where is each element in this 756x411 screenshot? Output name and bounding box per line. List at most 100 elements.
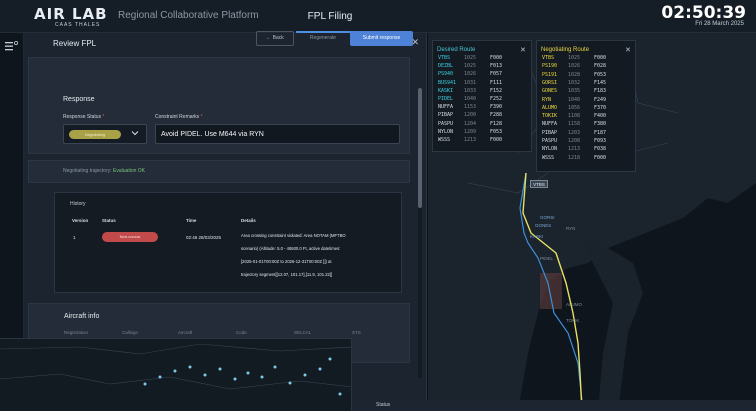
- waypoint-name: KASKI: [438, 87, 454, 94]
- status-label-text: Response Status: [63, 114, 102, 120]
- waypoint-time: 1026: [464, 71, 477, 78]
- waypoint-name: NYLON: [438, 128, 454, 135]
- route-row: DEZBL 1025 F013: [438, 63, 510, 69]
- waypoint-name: RYN: [542, 96, 552, 103]
- history-details-line: [2025-01-01T00:00Z to 2026-12-31T00:00Z …: [241, 259, 332, 264]
- col-code: Code: [236, 330, 247, 335]
- col-callsign: Callsign: [122, 330, 139, 335]
- waypoint-time: 1025: [464, 63, 477, 70]
- waypoint-level: F013: [490, 63, 503, 70]
- history-title: History: [70, 201, 86, 207]
- route-row: NYLON 1209 F053: [438, 129, 510, 135]
- trajectory-ok: Evaluation OK: [113, 168, 145, 174]
- route-row: BUS941 1031 F111: [438, 80, 510, 86]
- waypoint-time: 1153: [464, 104, 477, 111]
- status-label: Response Status *: [63, 114, 104, 120]
- col-version: Version: [72, 218, 89, 223]
- waypoint-name: PASPU: [438, 120, 454, 127]
- status-bar: [352, 400, 756, 411]
- waypoint-level: F000: [594, 154, 607, 161]
- waypoint-label: ALUMO: [566, 302, 583, 307]
- waypoint-level: F152: [490, 87, 503, 94]
- mini-map-overlay[interactable]: [0, 338, 352, 411]
- remarks-label-text: Constraint Remarks: [155, 114, 200, 120]
- col-aircraft: Aircraft: [178, 330, 193, 335]
- status-label: Status: [376, 402, 391, 408]
- waypoint-name: PIBAP: [438, 112, 454, 119]
- waypoint-name: NYLON: [542, 146, 558, 153]
- waypoint-name: WSSS: [542, 154, 555, 161]
- status-badge: Non-concur: [102, 232, 158, 242]
- mini-map-canvas: [0, 339, 351, 411]
- close-icon[interactable]: ✕: [625, 46, 631, 54]
- waypoint-time: 1213: [568, 146, 581, 153]
- waypoint-time: 1204: [464, 120, 477, 127]
- waypoint-level: F249: [594, 96, 607, 103]
- panel-scrollbar-thumb[interactable]: [418, 88, 422, 208]
- close-icon[interactable]: ✕: [520, 46, 526, 54]
- route-row: PS190 1026 F028: [542, 63, 614, 69]
- waypoint-name: PS191: [542, 71, 558, 78]
- waypoint-time: 1025: [464, 55, 477, 61]
- waypoint-time: 1213: [464, 137, 477, 143]
- col-time: Time: [186, 218, 197, 223]
- waypoint-level: F183: [594, 88, 607, 95]
- remarks-label: Constraint Remarks *: [155, 114, 203, 120]
- waypoint-level: F380: [594, 121, 607, 128]
- tab-fpl-filing[interactable]: FPL Filing: [296, 0, 364, 33]
- restricted-area: [540, 273, 562, 309]
- col-status: Status: [102, 218, 116, 223]
- waypoint-name: WSSS: [438, 137, 451, 143]
- waypoint-time: 1040: [464, 96, 477, 102]
- waypoint-name: NUFFA: [542, 121, 558, 128]
- waypoint-label: KASKI: [530, 234, 544, 239]
- waypoint-time: 1026: [568, 63, 581, 70]
- waypoint-time: 1035: [568, 88, 581, 95]
- route-row: NUFFA 1158 F380: [542, 121, 614, 127]
- negotiating-route-title: Negotiating Route: [541, 47, 590, 53]
- waypoint-time: 1200: [464, 112, 477, 119]
- waypoint-label: RYN: [566, 226, 576, 231]
- regenerate-button[interactable]: Regenerate: [300, 31, 346, 46]
- waypoint-name: BUS941: [438, 79, 457, 86]
- waypoint-name: GONES: [542, 88, 558, 95]
- waypoint-level: F390: [490, 104, 503, 111]
- waypoint-level: F145: [594, 79, 607, 86]
- waypoint-label: PIDEL: [540, 256, 554, 261]
- history-details-line: scenario) (Altitude: 5.0 - 46500.0 Ft, a…: [241, 246, 341, 251]
- route-row: NUFFA 1153 F390: [438, 104, 510, 110]
- waypoint-time: 1028: [568, 71, 581, 78]
- waypoint-name: VTBS: [438, 55, 451, 61]
- route-row: ALUMO 1056 F370: [542, 105, 614, 111]
- route-row: PASPU 1204 F128: [438, 121, 510, 127]
- trajectory-prefix: Negotiating trajectory:: [63, 168, 112, 174]
- app-title: Regional Collaborative Platform: [118, 10, 259, 21]
- waypoint-time: 1218: [568, 154, 581, 161]
- response-status-select[interactable]: Negotiating: [63, 124, 147, 144]
- menu-settings-icon[interactable]: [5, 41, 18, 51]
- back-button[interactable]: ← Back: [256, 31, 294, 46]
- waypoint-level: F028: [594, 63, 607, 70]
- waypoint-time: 1209: [464, 128, 477, 135]
- trajectory-status: Negotiating trajectory: Evaluation OK: [63, 168, 145, 174]
- waypoint-name: TOKIK: [542, 113, 558, 120]
- waypoint-time: 1033: [464, 87, 477, 94]
- waypoint-level: F111: [490, 79, 503, 86]
- history-card: [54, 192, 402, 293]
- waypoint-level: F128: [490, 120, 503, 127]
- route-row: WSSS 1213 F000: [438, 137, 510, 143]
- waypoint-time: 1203: [568, 129, 581, 136]
- waypoint-name: PASPU: [542, 138, 558, 144]
- waypoint-time: 1025: [568, 55, 581, 61]
- constraint-remarks-input[interactable]: Avoid PIDEL. Use M644 via RYN: [155, 124, 400, 144]
- vtbs-label: VTBS: [530, 180, 548, 188]
- submit-response-button[interactable]: Submit response: [350, 31, 413, 46]
- waypoint-name: VTBS: [542, 55, 555, 61]
- waypoint-time: 1108: [568, 113, 581, 120]
- app-window: AIR LAB CAAS THALES Regional Collaborati…: [0, 0, 756, 411]
- logo-text: AIR LAB: [34, 5, 108, 23]
- route-row: GONES 1035 F183: [542, 88, 614, 94]
- required-mark: *: [200, 114, 203, 120]
- waypoint-level: F093: [594, 138, 607, 144]
- waypoint-time: 1056: [568, 104, 581, 111]
